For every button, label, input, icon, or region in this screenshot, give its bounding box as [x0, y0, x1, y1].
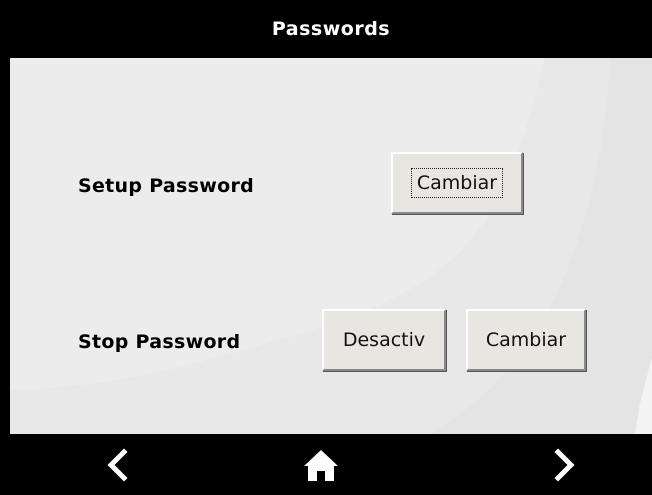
content-panel: Setup Password Cambiar Stop Password Des…: [10, 58, 652, 434]
stop-password-change-label: Cambiar: [485, 329, 567, 351]
setup-password-label: Setup Password: [78, 175, 255, 197]
title-bar: Passwords: [10, 0, 652, 58]
back-button[interactable]: [72, 434, 162, 495]
setup-password-change-button[interactable]: Cambiar: [391, 152, 523, 214]
stop-password-deactivate-label: Desactiv: [342, 329, 426, 351]
background-swoosh: [10, 58, 652, 434]
stop-password-change-button[interactable]: Cambiar: [466, 309, 586, 371]
home-icon: [304, 449, 338, 481]
stop-password-deactivate-button[interactable]: Desactiv: [322, 309, 446, 371]
passwords-screen: Passwords Setup Password Cambiar Stop Pa…: [0, 0, 652, 495]
setup-password-change-label: Cambiar: [410, 168, 504, 198]
forward-button[interactable]: [520, 434, 610, 495]
chevron-left-icon: [107, 447, 128, 482]
chevron-right-icon: [554, 447, 575, 482]
page-title: Passwords: [271, 18, 391, 40]
home-button[interactable]: [276, 434, 366, 495]
bottom-navigation-bar: [10, 434, 652, 495]
stop-password-label: Stop Password: [78, 331, 241, 353]
